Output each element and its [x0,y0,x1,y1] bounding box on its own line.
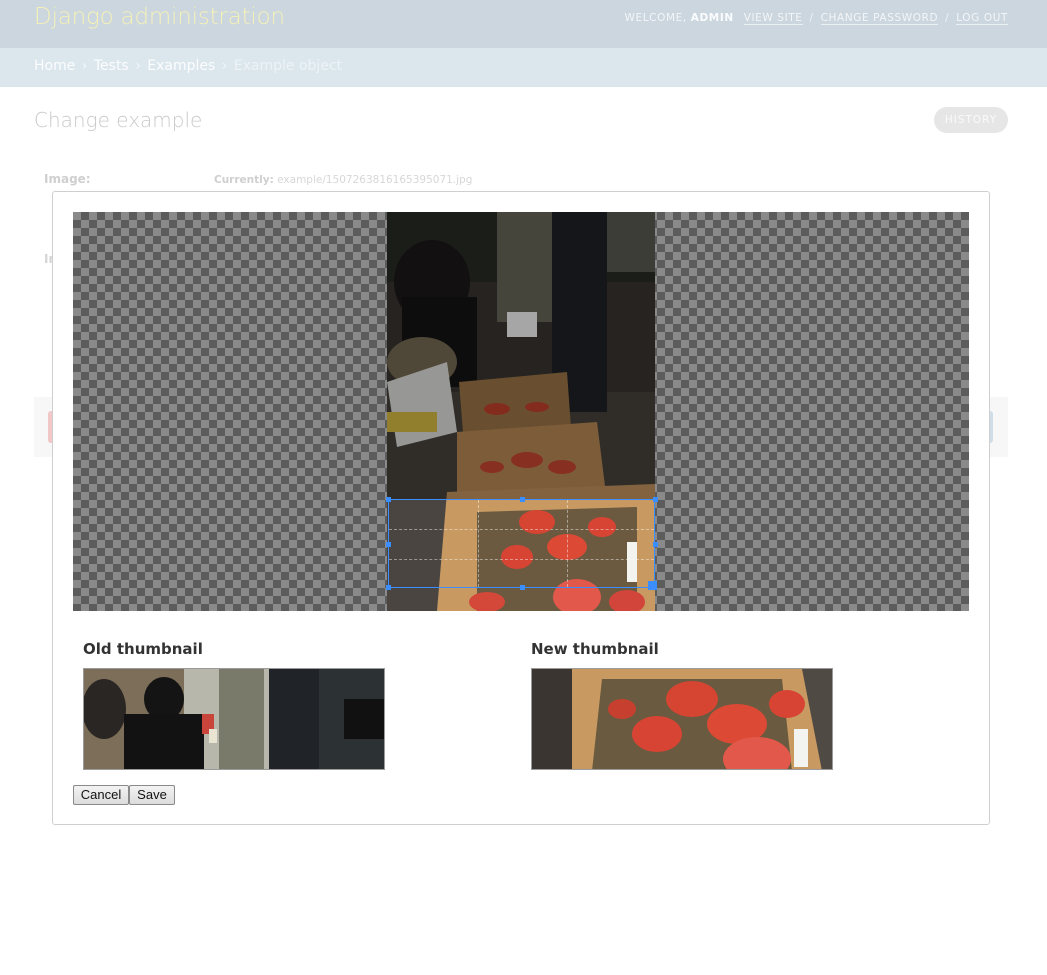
welcome-text: Welcome, [624,12,687,24]
crop-grid-line [567,500,568,587]
breadcrumb-separator: › [81,58,88,74]
separator: / [945,12,950,24]
breadcrumb: Home › Tests › Examples › Example object [0,48,1047,87]
crop-handle-nw[interactable] [386,497,391,502]
admin-header: Django administration Welcome, admin Vie… [0,0,1047,48]
image-field-label: Image: [44,172,91,186]
new-thumbnail-image [532,669,832,769]
crop-selection[interactable] [386,497,658,590]
save-button[interactable]: Save [129,785,175,805]
change-password-link[interactable]: Change password [820,12,939,25]
crop-grid-line [478,500,479,587]
breadcrumb-current: Example object [233,58,343,74]
crop-handle-ne[interactable] [653,497,658,502]
crop-handle-e[interactable] [653,542,658,547]
breadcrumb-separator: › [135,58,141,74]
old-thumbnail [83,668,385,770]
username: admin [690,12,734,24]
view-site-link[interactable]: View site [743,12,803,25]
crop-handle-w[interactable] [386,542,391,547]
current-image-info: Currently: example/1507263816165395071.j… [214,174,472,186]
site-name[interactable]: Django administration [34,4,285,30]
user-tools: Welcome, admin View site / Change passwo… [624,12,1008,25]
breadcrumb-home[interactable]: Home [34,58,75,74]
crop-mask [387,212,655,499]
log-out-link[interactable]: Log out [956,12,1008,25]
cancel-button[interactable]: Cancel [73,785,129,805]
crop-handle-s[interactable] [520,585,525,590]
crop-handle-se[interactable] [648,581,657,590]
crop-dialog: Old thumbnail New thumbnail Cancel Save [52,191,990,825]
current-image-link[interactable]: example/1507263816165395071.jpg [277,174,472,186]
separator: / [809,12,814,24]
crop-canvas[interactable] [73,212,969,611]
crop-handle-n[interactable] [520,497,525,502]
new-thumbnail [531,668,833,770]
page-title: Change example [34,108,203,132]
history-button[interactable]: History [934,107,1008,133]
crop-grid-line [389,559,654,560]
old-thumbnail-image [84,669,384,769]
new-thumbnail-title: New thumbnail [531,640,659,658]
old-thumbnail-title: Old thumbnail [83,640,203,658]
currently-label: Currently: [214,174,274,186]
breadcrumb-examples[interactable]: Examples [147,58,215,74]
breadcrumb-tests[interactable]: Tests [94,58,129,74]
crop-grid-line [389,529,654,530]
crop-handle-sw[interactable] [386,585,391,590]
breadcrumb-separator: › [221,58,228,74]
